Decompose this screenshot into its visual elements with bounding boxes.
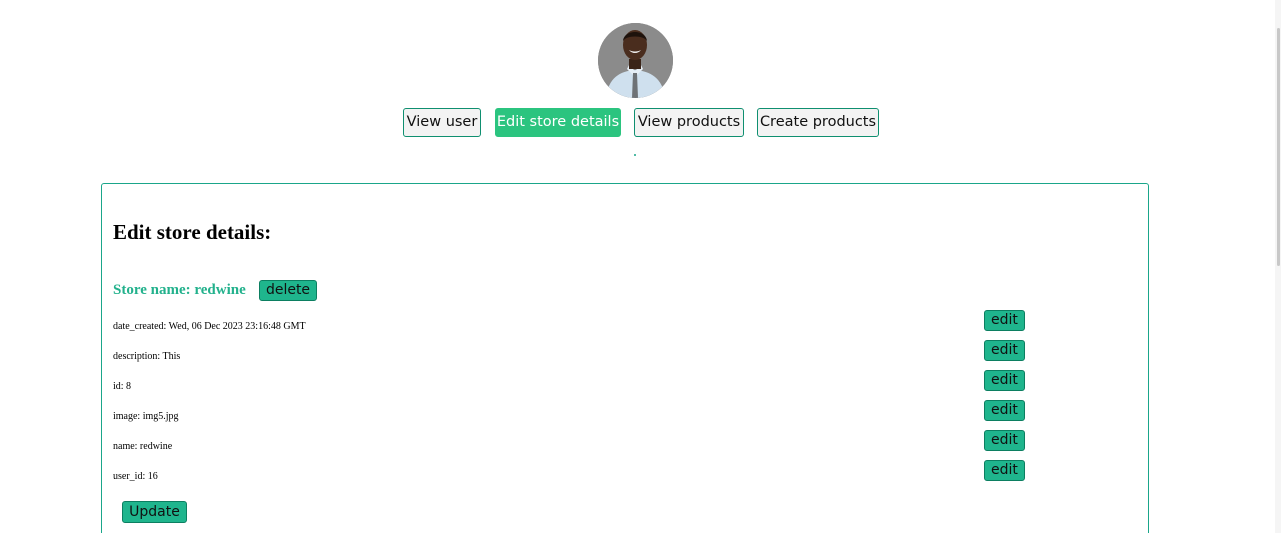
field-text: date_created: Wed, 06 Dec 2023 23:16:48 … <box>113 321 306 332</box>
field-text: user_id: 16 <box>113 471 158 482</box>
view-user-button[interactable]: View user <box>403 108 481 137</box>
field-text: description: This <box>113 351 181 362</box>
field-text: image: img5.jpg <box>113 411 179 422</box>
field-text: name: redwine <box>113 441 173 452</box>
edit-store-details-button[interactable]: Edit store details <box>495 108 621 137</box>
view-products-button[interactable]: View products <box>634 108 744 137</box>
edit-name-button[interactable]: edit <box>984 430 1025 451</box>
edit-store-panel: Edit store details: Store name: redwine … <box>101 183 1149 533</box>
field-text: id: 8 <box>113 381 132 392</box>
update-button[interactable]: Update <box>122 501 187 523</box>
dot-marker <box>634 154 636 156</box>
edit-id-button[interactable]: edit <box>984 370 1025 391</box>
field-row-name: name: redwine edit <box>102 430 1148 461</box>
create-products-button[interactable]: Create products <box>757 108 879 137</box>
page: View user Edit store details View produc… <box>0 0 1281 533</box>
edit-image-button[interactable]: edit <box>984 400 1025 421</box>
delete-button[interactable]: delete <box>259 280 317 301</box>
scrollbar[interactable] <box>1275 0 1281 533</box>
store-name-label: Store name: redwine <box>113 282 246 298</box>
edit-user-id-button[interactable]: edit <box>984 460 1025 481</box>
avatar <box>598 23 673 98</box>
field-row-description: description: This edit <box>102 340 1148 371</box>
scrollbar-thumb[interactable] <box>1277 28 1280 266</box>
field-row-user-id: user_id: 16 edit <box>102 460 1148 491</box>
field-row-date-created: date_created: Wed, 06 Dec 2023 23:16:48 … <box>102 310 1148 341</box>
avatar-photo-icon <box>598 23 673 98</box>
edit-date-created-button[interactable]: edit <box>984 310 1025 331</box>
edit-description-button[interactable]: edit <box>984 340 1025 361</box>
field-row-id: id: 8 edit <box>102 370 1148 401</box>
panel-title: Edit store details: <box>113 220 272 244</box>
field-row-image: image: img5.jpg edit <box>102 400 1148 431</box>
nav-bar: View user Edit store details View produc… <box>0 108 1281 138</box>
